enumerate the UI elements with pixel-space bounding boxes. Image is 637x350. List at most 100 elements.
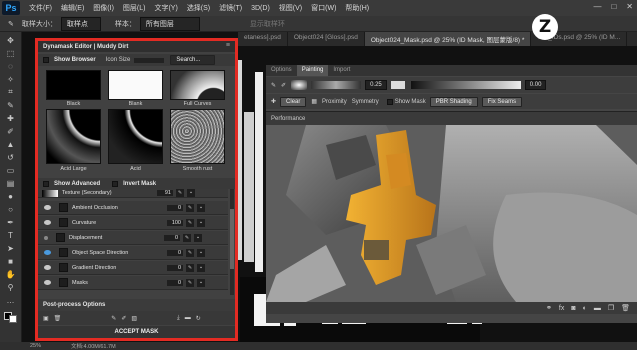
layer-value[interactable]: 0 (167, 264, 183, 271)
layer-row[interactable]: Displacement 0 ✎ ▪ (38, 231, 228, 245)
edit-icon[interactable]: ✎ (183, 233, 191, 242)
layer-mode-icon[interactable]: ▪ (197, 263, 205, 272)
layer-row[interactable]: Object Space Direction 0 ✎ ▪ (38, 246, 228, 260)
close-icon[interactable]: ✕ (626, 2, 633, 11)
folder-open-icon[interactable]: ▬ (185, 315, 191, 321)
trash-icon[interactable]: 🗑 (621, 304, 630, 312)
thumb-blank[interactable] (108, 70, 163, 100)
panel-menu-icon[interactable]: ≡ (226, 42, 230, 49)
new-mask-icon[interactable]: ▣ (43, 315, 49, 322)
thumb-full-curves[interactable] (170, 70, 225, 100)
tab-doc-1[interactable]: etaness].psd (238, 32, 288, 46)
shading-select[interactable]: PBR Shading (429, 96, 478, 107)
image-icon[interactable]: ▧ (131, 315, 137, 322)
more-tools-icon[interactable]: … (4, 295, 18, 305)
layer-value[interactable]: 0 (167, 279, 183, 286)
layer-row[interactable]: Curvature 100 ✎ ▪ (38, 216, 228, 230)
smudge-icon[interactable]: ✐ (121, 315, 126, 322)
blur-tool-icon[interactable]: ● (4, 191, 18, 201)
3d-viewport[interactable] (266, 125, 637, 302)
show-browser-checkbox[interactable] (43, 57, 49, 63)
adjust-icon[interactable]: ◐ (583, 305, 587, 312)
layer-mode-icon[interactable]: ▪ (187, 189, 195, 197)
pen-tool-icon[interactable]: ✒ (4, 217, 18, 227)
menu-select[interactable]: 选择(S) (187, 3, 210, 13)
menu-type[interactable]: 文字(Y) (154, 3, 177, 13)
tab-painting[interactable]: Painting (296, 65, 329, 76)
invert-mask-checkbox[interactable] (112, 180, 119, 187)
eye-icon[interactable] (44, 205, 51, 210)
menu-edit[interactable]: 编辑(E) (61, 3, 84, 13)
eye-icon[interactable] (44, 265, 51, 270)
menu-help[interactable]: 帮助(H) (345, 3, 369, 13)
download-icon[interactable]: ⤓ (177, 315, 180, 322)
new-layer-icon[interactable]: ❐ (608, 304, 614, 312)
dynamask-title-bar[interactable]: Dynamask Editor | Muddy Dirt (38, 41, 235, 52)
tab-doc-3[interactable]: Object024_Mask.psd @ 25% (ID Mask, 图层蒙版/… (364, 32, 532, 46)
edit-icon[interactable]: ✎ (186, 248, 194, 257)
edit-icon[interactable]: ✎ (186, 278, 194, 287)
menu-filter[interactable]: 滤镜(T) (219, 3, 242, 13)
shape-tool-icon[interactable]: ■ (4, 256, 18, 266)
fx-icon[interactable]: fx (559, 305, 564, 312)
layer-mode-icon[interactable]: ▪ (197, 248, 205, 257)
tab-import[interactable]: Import (328, 65, 355, 76)
icon-size-slider[interactable] (134, 57, 165, 63)
brush-preview[interactable] (291, 80, 308, 90)
type-tool-icon[interactable]: T (4, 230, 18, 240)
accept-mask-button[interactable]: ACCEPT MASK (38, 326, 235, 338)
tab-doc-2[interactable]: Object024 [Gloss].psd (288, 32, 365, 46)
layer-row[interactable]: Texture (Secondary) 91 ✎ ▪ (38, 189, 228, 198)
menu-3d[interactable]: 3D(D) (251, 5, 270, 12)
zoom-level[interactable]: 25% (30, 343, 41, 349)
hand-tool-icon[interactable]: ✋ (4, 269, 18, 279)
brush-size-value[interactable]: 0.25 (365, 80, 387, 90)
eye-icon[interactable] (44, 280, 51, 285)
layer-value[interactable]: 0 (164, 234, 180, 241)
menu-file[interactable]: 文件(F) (29, 3, 52, 13)
fill-icon[interactable]: ✚ (271, 98, 276, 105)
proximity-toggle[interactable]: Proximity (322, 99, 347, 105)
eyedropper-icon[interactable]: ✎ (8, 20, 14, 28)
thumb-acid[interactable] (108, 109, 163, 164)
crop-tool-icon[interactable]: ⌗ (4, 87, 18, 97)
menu-view[interactable]: 视图(V) (279, 3, 302, 13)
layer-row[interactable]: Gradient Direction 0 ✎ ▪ (38, 261, 228, 275)
eyedropper-tool-icon[interactable]: ✎ (4, 100, 18, 110)
layer-value[interactable]: 0 (167, 249, 183, 256)
delete-icon[interactable]: 🗑 (54, 315, 62, 322)
layer-mode-icon[interactable]: ▪ (197, 278, 205, 287)
symmetry-toggle[interactable]: Symmetry (352, 99, 379, 105)
color-swatches-icon[interactable] (4, 311, 18, 323)
quick-select-icon[interactable]: ✧ (4, 74, 18, 84)
paint-brush-icon[interactable]: ✎ (111, 315, 116, 322)
layer-row[interactable]: Ambient Occlusion 0 ✎ ▪ (38, 201, 228, 215)
edit-icon[interactable]: ✎ (176, 189, 184, 197)
brush-strength-icon[interactable]: ▦ (311, 98, 317, 105)
tab-options[interactable]: Options (266, 65, 297, 76)
show-advanced-checkbox[interactable] (43, 180, 49, 187)
edit-icon[interactable]: ✎ (186, 203, 194, 212)
layer-value[interactable]: 91 (157, 190, 173, 196)
opacity-value[interactable]: 0.00 (524, 80, 547, 90)
layer-value[interactable]: 100 (167, 219, 183, 226)
edit-icon[interactable]: ✎ (186, 218, 194, 227)
menu-window[interactable]: 窗口(W) (311, 3, 336, 13)
color-swatch[interactable] (390, 81, 405, 89)
eye-icon[interactable] (44, 220, 51, 225)
stamp-tool-icon[interactable]: ▲ (4, 139, 18, 149)
marquee-tool-icon[interactable]: ⬚ (4, 48, 18, 58)
pen-icon[interactable]: ✎ (271, 82, 276, 89)
minimize-icon[interactable]: — (593, 2, 601, 11)
healing-tool-icon[interactable]: ✚ (4, 113, 18, 123)
eraser-tool-icon[interactable]: ▭ (4, 165, 18, 175)
mask-icon[interactable]: ◙ (571, 305, 575, 312)
layer-value[interactable]: 0 (167, 204, 183, 211)
brush-icon[interactable]: ✐ (281, 82, 286, 89)
refresh-icon[interactable]: ↻ (196, 315, 201, 322)
thumb-acid-large[interactable] (46, 109, 101, 164)
thumb-black[interactable] (46, 70, 101, 100)
lasso-tool-icon[interactable]: ◌ (4, 61, 18, 71)
opacity-gradient[interactable] (410, 81, 521, 89)
layer-mode-icon[interactable]: ▪ (197, 218, 205, 227)
